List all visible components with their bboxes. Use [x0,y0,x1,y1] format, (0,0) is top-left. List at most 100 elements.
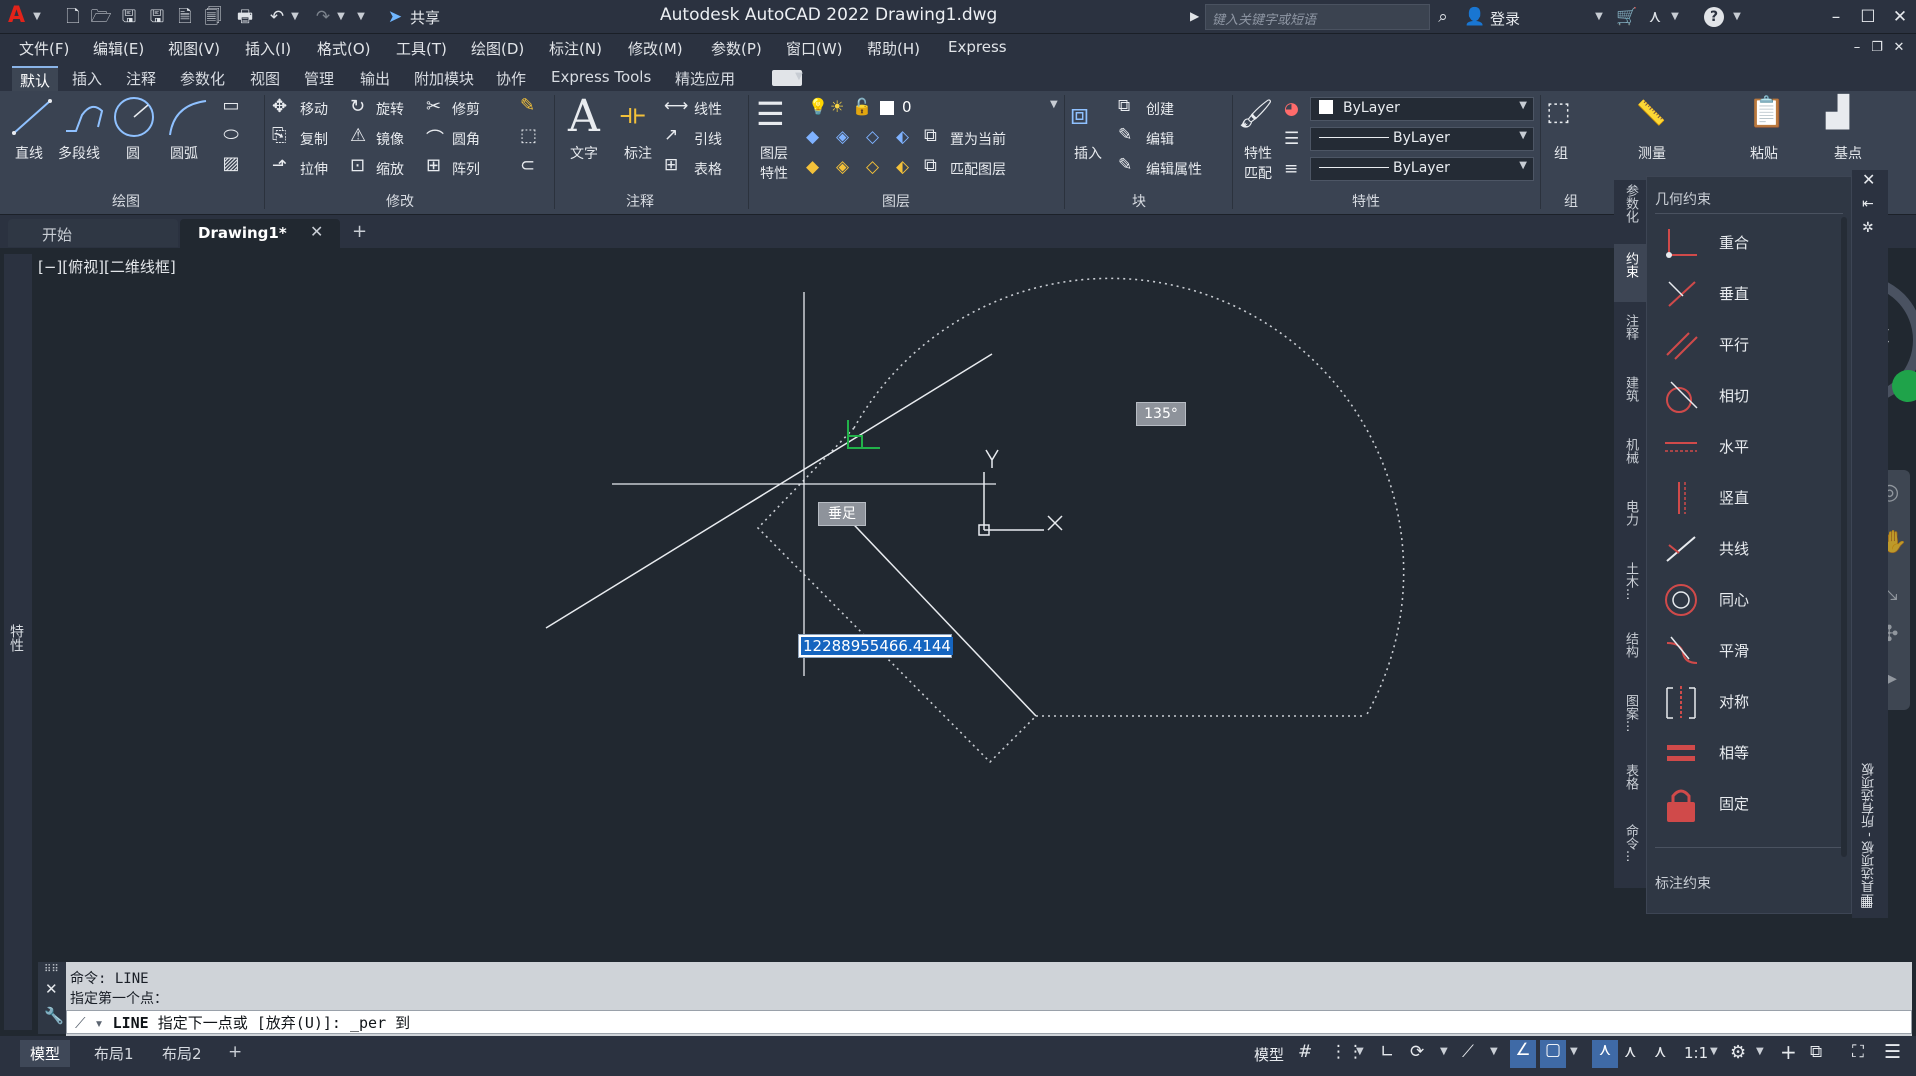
grid-icon[interactable]: # [1298,1042,1312,1062]
layer-unisolate-icon[interactable]: ◈ [836,157,849,177]
command-window-handle[interactable]: ⠿⠿ ✕ 🔧 [38,962,66,1034]
insert-block-icon[interactable]: ⧈ [1070,97,1089,132]
palette-tab-constraints[interactable]: 约束 [1620,252,1640,296]
measure-button[interactable]: 测量 [1638,143,1666,163]
autocad-logo-icon[interactable]: A [8,4,26,28]
customize-statusbar-icon[interactable]: ☰ [1884,1041,1901,1063]
search-icon[interactable]: ⌕ [1432,6,1454,28]
layer-unlock-icon[interactable]: ⬖ [896,157,909,177]
polyline-button[interactable]: 多段线 [58,143,100,163]
help-dropdown-icon[interactable]: ▼ [1732,8,1742,26]
tab-featured-apps[interactable]: 精选应用 [667,66,743,91]
trim-icon[interactable]: ✂ [426,96,441,117]
erase-icon[interactable]: ✎ [520,95,535,116]
constraint-fix[interactable]: 固定 [1663,780,1843,828]
stretch-icon[interactable]: ⬏ [272,155,287,176]
move-button[interactable]: 移动 [300,99,328,119]
ellipse-icon[interactable]: ⬭ [218,124,244,150]
dimension-icon[interactable]: ⟛ [620,97,645,131]
trim-button[interactable]: 修剪 [452,99,480,119]
layer-freeze-icon[interactable]: ◇ [866,127,879,147]
modify-group-label[interactable]: 修改 [386,191,414,211]
circle-icon[interactable] [112,95,156,139]
object-snap-tracking-icon[interactable]: ∠ [1510,1040,1536,1068]
constraint-concentric[interactable]: 同心 [1663,576,1843,624]
scale-dropdown-icon[interactable]: ▼ [1710,1046,1718,1057]
properties-collapsed-panel[interactable]: 特性 [4,254,32,1030]
search-input[interactable]: 键入关键字或短语 [1205,4,1430,30]
edit-attributes-button[interactable]: 编辑属性 [1146,159,1202,179]
match-layer-icon[interactable]: ⧉ [924,155,937,176]
tab-view[interactable]: 视图 [242,66,288,91]
groups-group-label[interactable]: 组 [1564,191,1578,211]
insert-block-button[interactable]: 插入 [1074,143,1102,163]
constraint-perpendicular[interactable]: 垂直 [1663,270,1843,318]
leader-button[interactable]: 引线 [694,129,722,149]
fillet-icon[interactable]: ⌒ [426,125,444,151]
palette-tab-architecture[interactable]: 建筑 [1620,376,1640,420]
menu-window[interactable]: 窗口(W) [786,38,843,59]
block-group-label[interactable]: 块 [1132,191,1146,211]
polar-tracking-icon[interactable]: ⟳ [1410,1042,1424,1062]
customize-command-icon[interactable]: 🔧 [44,1006,64,1025]
redo-icon[interactable]: ↷ [312,6,334,28]
arc-icon[interactable] [166,97,210,137]
menu-draw[interactable]: 绘图(D) [471,38,524,59]
rectangle-icon[interactable]: ▭ [218,95,244,121]
properties-group-label[interactable]: 特性 [1352,191,1380,211]
paste-button[interactable]: 粘贴 [1750,143,1778,163]
tab-output[interactable]: 输出 [352,66,398,91]
save-as-icon[interactable]: 🖫 [146,6,168,28]
make-current-button[interactable]: 置为当前 [950,129,1006,149]
command-line-input[interactable]: ⟋ ▾ LINE 指定下一点或 [放弃(U)]: _per 到 [66,1010,1912,1034]
match-layer-button[interactable]: 匹配图层 [950,159,1006,179]
login-label[interactable]: 登录 [1490,8,1520,29]
create-block-icon[interactable]: ⧉ [1118,96,1130,116]
palette-tab-mechanical[interactable]: 机械 [1620,438,1640,482]
viewport-controls-label[interactable]: [−][俯视][二维线框] [38,256,176,277]
tab-addins[interactable]: 附加模块 [406,66,482,91]
close-icon[interactable]: ✕ [1886,3,1914,31]
tab-insert[interactable]: 插入 [64,66,110,91]
menu-view[interactable]: 视图(V) [168,38,220,59]
color-dropdown[interactable]: ByLayer ▼ [1310,97,1534,121]
edit-attributes-icon[interactable]: ✎ [1118,155,1132,175]
menu-express[interactable]: Express [948,38,1007,56]
constraint-smooth[interactable]: 平滑 [1663,627,1843,675]
object-snap-icon[interactable]: ▢ [1540,1040,1566,1068]
maximize-icon[interactable]: ☐ [1854,3,1882,31]
polyline-icon[interactable] [62,97,106,137]
doc-restore-icon[interactable]: ❐ [1866,34,1888,62]
command-close-icon[interactable]: ✕ [45,980,58,998]
tab-annotate[interactable]: 注释 [118,66,164,91]
text-icon[interactable]: A [568,91,600,142]
osnap-dropdown-icon[interactable]: ▼ [1570,1046,1578,1057]
palette-tab-annotation[interactable]: 注释 [1620,314,1640,358]
palette-autohide-icon[interactable]: ⇤ [1862,196,1874,212]
constraint-parallel[interactable]: 平行 [1663,321,1843,369]
save-web-icon[interactable]: 🗐 [202,6,224,28]
dimensional-constraints-header[interactable]: 标注约束 [1655,873,1711,893]
rotate-button[interactable]: 旋转 [376,99,404,119]
table-icon[interactable]: ⊞ [664,155,678,175]
color-wheel-icon[interactable]: ◕ [1284,99,1299,119]
tab-default[interactable]: 默认 [12,66,59,91]
annotation-scale-icon[interactable]: ⋏ [1654,1042,1666,1062]
palette-tab-tables[interactable]: 表格 [1620,764,1640,808]
isodraft-dropdown-icon[interactable]: ▼ [1490,1046,1498,1057]
drag-grip-icon[interactable]: ⠿⠿ [44,964,59,975]
palette-tab-parametric[interactable]: 参数化 [1620,184,1640,236]
tab-start[interactable]: 开始 [8,219,178,247]
new-tab-plus-icon[interactable]: + [352,221,367,242]
tab-layout1[interactable]: 布局1 [84,1040,144,1067]
match-properties-icon[interactable]: 🖌 [1238,97,1274,130]
undo-dropdown-icon[interactable]: ▼ [290,8,300,26]
clean-screen-icon[interactable]: ⛶ [1852,1042,1864,1062]
menu-parametric[interactable]: 参数(P) [711,38,762,59]
layer-properties-icon[interactable]: ☰ [756,95,785,133]
polar-dropdown-icon[interactable]: ▼ [1440,1046,1448,1057]
layer-thaw-icon[interactable]: ◇ [866,157,879,177]
line-button[interactable]: 直线 [15,143,43,163]
minimize-icon[interactable]: – [1822,3,1850,31]
app-menu-dropdown-icon[interactable]: ▼ [32,8,42,26]
